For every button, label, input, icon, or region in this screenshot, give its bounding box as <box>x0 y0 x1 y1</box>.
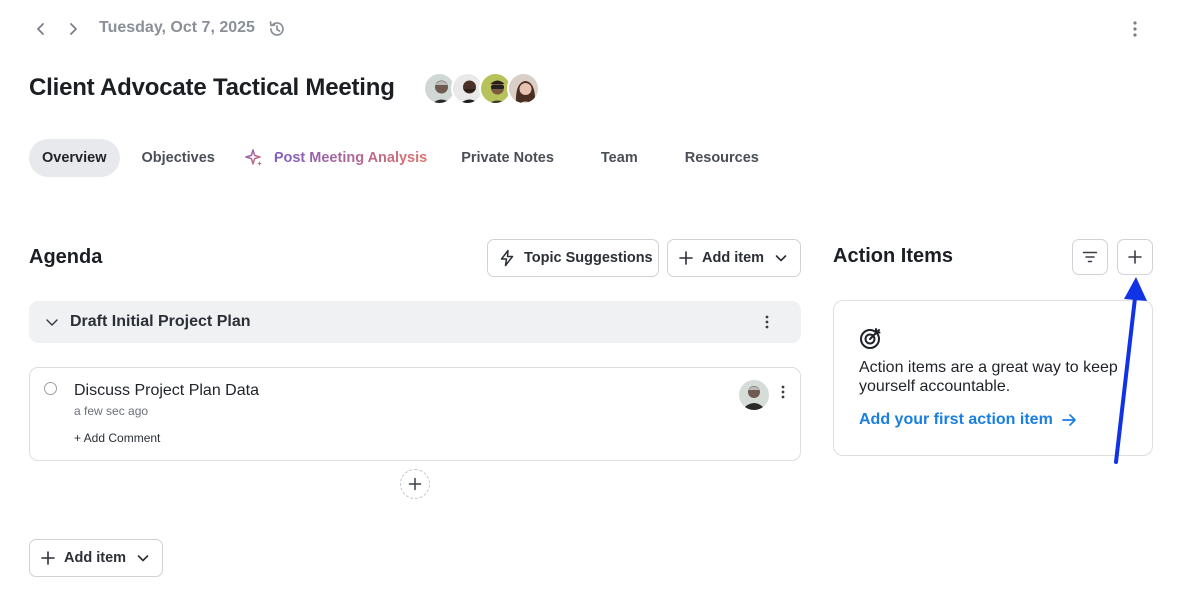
chevron-down-icon <box>136 551 150 565</box>
action-items-empty-text: Action items are a great way to keep you… <box>859 359 1118 395</box>
target-icon <box>859 326 883 350</box>
agenda-group-title[interactable]: Draft Initial Project Plan <box>70 313 250 331</box>
avatar[interactable] <box>507 72 540 105</box>
bottom-add-item-button[interactable]: Add item <box>29 539 163 577</box>
action-items-empty-card: Action items are a great way to keep you… <box>833 300 1153 456</box>
more-vertical-icon[interactable] <box>774 382 792 402</box>
tab-team[interactable]: Team <box>588 139 651 177</box>
more-vertical-icon[interactable] <box>757 312 777 332</box>
agenda-item-title[interactable]: Discuss Project Plan Data <box>74 382 259 400</box>
chevron-left-icon[interactable] <box>30 18 52 40</box>
add-item-label: Add item <box>64 550 127 566</box>
tab-resources[interactable]: Resources <box>672 139 772 177</box>
agenda-item-card[interactable]: Discuss Project Plan Data a few sec ago … <box>29 367 801 461</box>
tab-bar: Overview Objectives Post Meeting Analysi… <box>29 139 772 177</box>
plus-icon <box>408 477 422 491</box>
chevron-down-icon[interactable] <box>44 314 60 330</box>
meeting-date[interactable]: Tuesday, Oct 7, 2025 <box>99 19 255 37</box>
tab-objectives[interactable]: Objectives <box>129 139 228 177</box>
filter-button[interactable] <box>1072 239 1108 275</box>
topic-suggestions-label: Topic Suggestions <box>524 250 653 266</box>
agenda-item-timestamp: a few sec ago <box>74 404 149 418</box>
complete-checkbox[interactable] <box>44 382 57 395</box>
top-bar: Tuesday, Oct 7, 2025 <box>0 0 1179 60</box>
topic-suggestions-button[interactable]: Topic Suggestions <box>487 239 659 277</box>
plus-icon <box>1128 250 1142 264</box>
add-item-label: Add item <box>702 250 765 266</box>
agenda-title: Agenda <box>29 246 103 268</box>
tab-post-meeting-analysis-label: Post Meeting Analysis <box>273 150 428 166</box>
chevron-right-icon[interactable] <box>62 18 84 40</box>
add-item-button[interactable]: Add item <box>667 239 801 277</box>
sparkle-icon <box>244 148 264 168</box>
add-first-action-item-link[interactable]: Add your first action item <box>859 411 1077 429</box>
avatar[interactable] <box>739 380 769 410</box>
add-action-item-button[interactable] <box>1117 239 1153 275</box>
plus-icon <box>40 550 56 566</box>
action-items-title: Action Items <box>833 245 954 267</box>
attendee-avatars[interactable] <box>423 72 540 106</box>
tab-post-meeting-analysis[interactable]: Post Meeting Analysis <box>237 139 440 177</box>
add-comment-link[interactable]: + Add Comment <box>74 431 160 445</box>
history-icon[interactable] <box>267 19 287 39</box>
page-title: Client Advocate Tactical Meeting <box>29 74 395 101</box>
lightning-icon <box>498 249 516 267</box>
tab-overview[interactable]: Overview <box>29 139 120 177</box>
more-vertical-icon[interactable] <box>1124 18 1146 40</box>
add-first-action-item-label: Add your first action item <box>859 411 1053 428</box>
chevron-down-icon <box>774 251 788 265</box>
add-agenda-item-circle-button[interactable] <box>400 469 430 499</box>
agenda-group[interactable]: Draft Initial Project Plan <box>29 301 801 343</box>
tab-private-notes[interactable]: Private Notes <box>448 139 567 177</box>
filter-icon <box>1082 251 1098 263</box>
arrow-right-icon <box>1061 412 1077 428</box>
plus-icon <box>678 250 694 266</box>
